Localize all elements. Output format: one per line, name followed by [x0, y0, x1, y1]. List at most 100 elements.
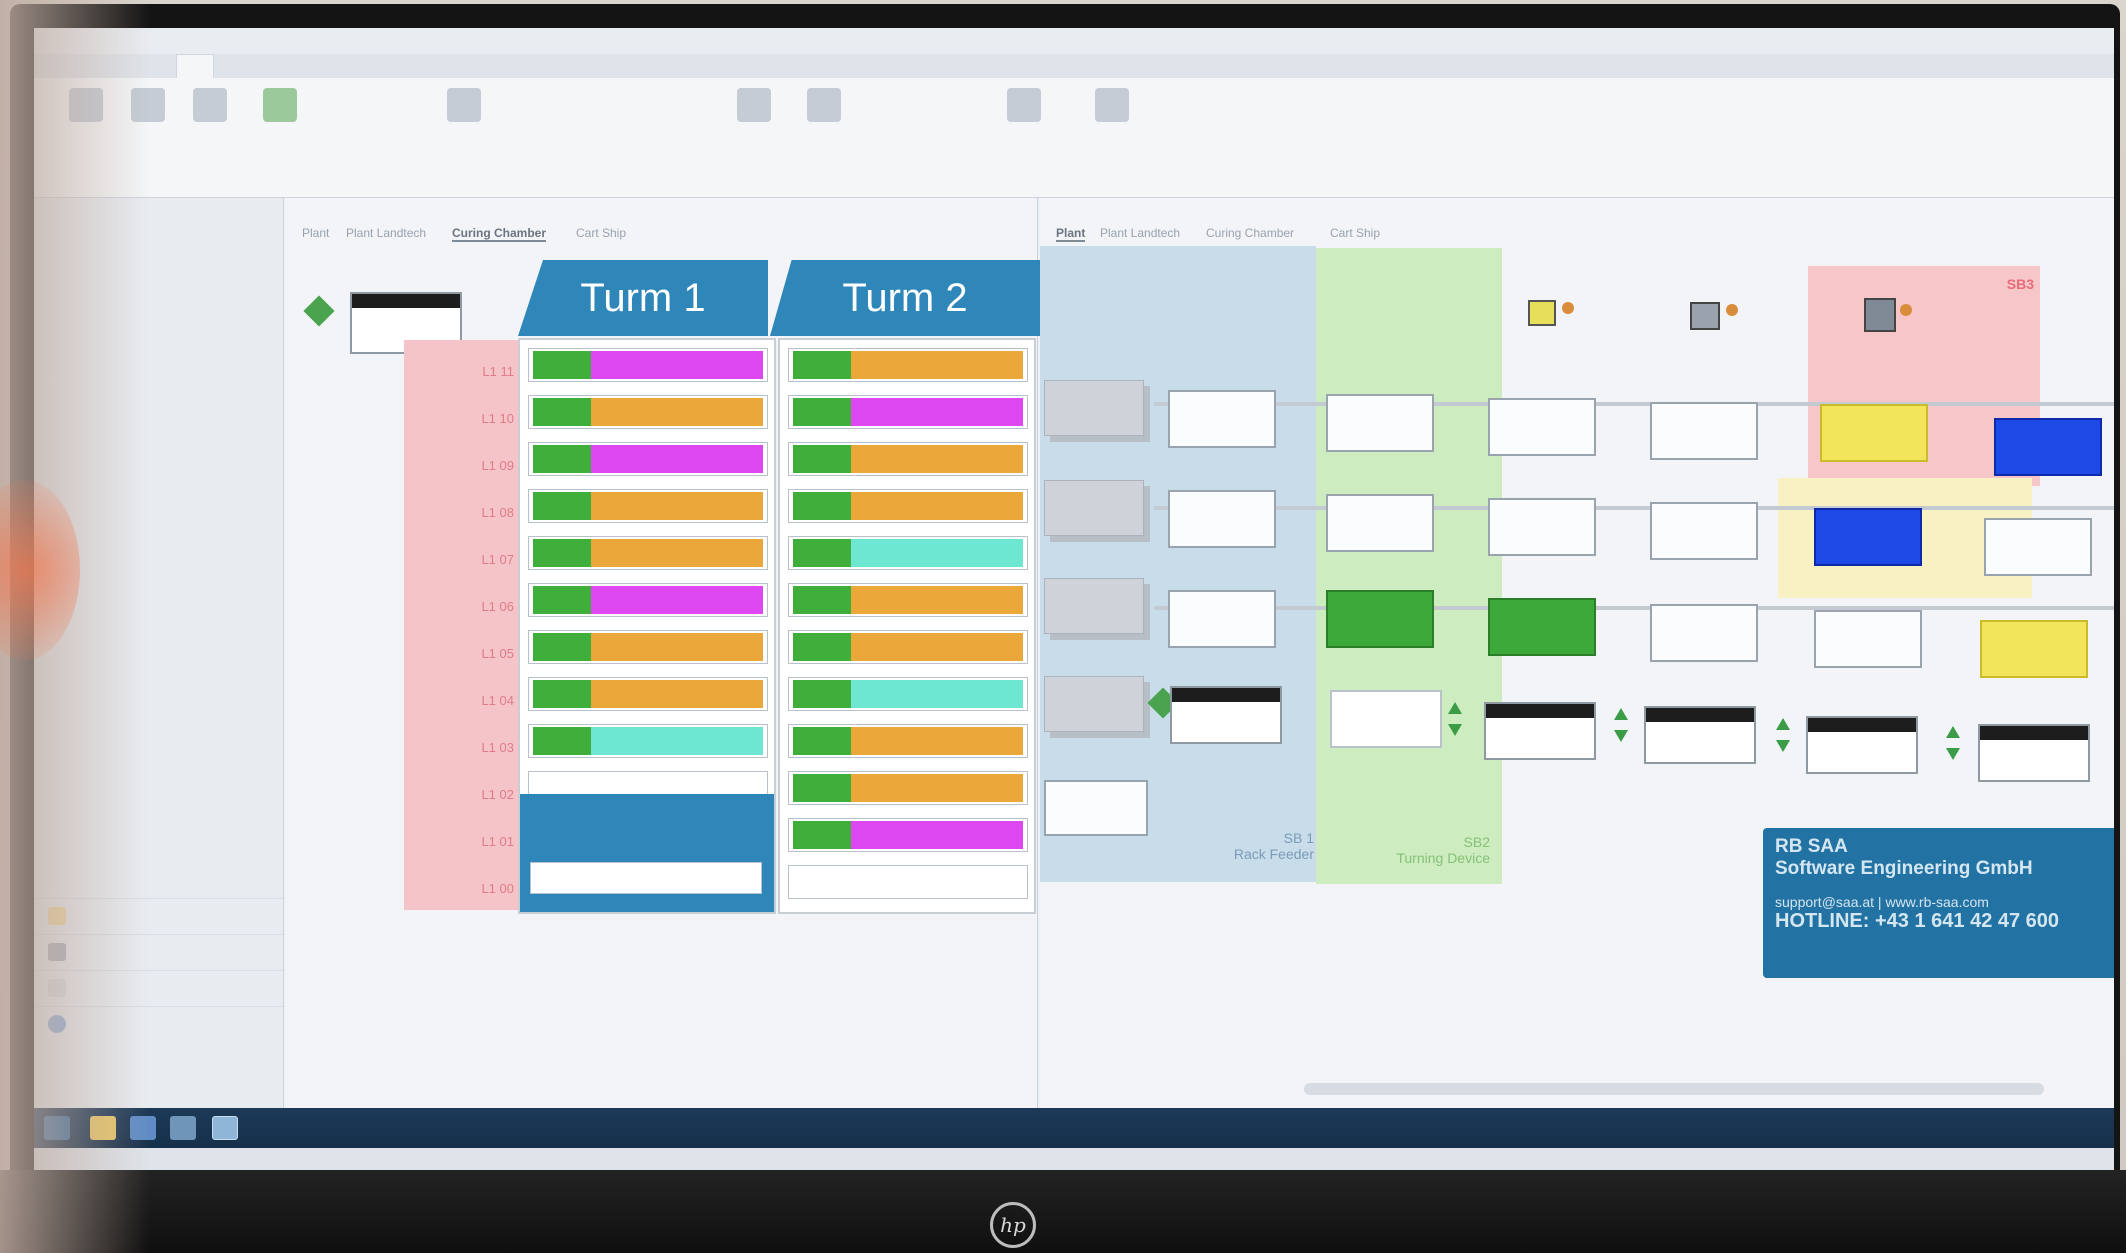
ribbon-button[interactable] — [724, 88, 784, 126]
station[interactable] — [1488, 398, 1596, 456]
subtab-curing-chamber[interactable]: Curing Chamber — [1206, 226, 1294, 240]
storage-slot[interactable] — [788, 724, 1028, 758]
level-column: L1 11 L1 10 L1 09 L1 08 L1 07 L1 06 L1 05 L1 04… — [404, 340, 524, 910]
gate[interactable] — [1978, 724, 2090, 782]
ribbon-button[interactable] — [794, 88, 854, 126]
slot-content — [591, 586, 763, 614]
active-app-icon[interactable] — [212, 1116, 238, 1140]
arrow-up-icon[interactable] — [1614, 708, 1628, 720]
subtab-plant[interactable]: Plant — [1056, 226, 1086, 242]
storage-slot[interactable] — [788, 630, 1028, 664]
station[interactable] — [1326, 494, 1434, 552]
station[interactable] — [1488, 498, 1596, 556]
storage-slot[interactable] — [528, 677, 768, 711]
storage-slot[interactable] — [788, 348, 1028, 382]
slot-progress — [793, 539, 851, 567]
horizontal-scrollbar[interactable] — [1304, 1083, 2044, 1095]
storage-slot[interactable] — [528, 536, 768, 570]
station[interactable] — [1650, 502, 1758, 560]
rack[interactable] — [1044, 480, 1144, 536]
storage-slot[interactable] — [788, 536, 1028, 570]
storage-slot[interactable] — [528, 630, 768, 664]
subtab-cart-ship[interactable]: Cart Ship — [576, 226, 626, 240]
ribbon-tab[interactable] — [214, 54, 250, 78]
ribbon-icon — [1007, 88, 1041, 122]
subtab-curing-chamber[interactable]: Curing Chamber — [452, 226, 547, 242]
gate[interactable] — [1484, 702, 1596, 760]
arrow-down-icon[interactable] — [1946, 748, 1960, 760]
ribbon-tab-active[interactable] — [176, 54, 214, 78]
slot-progress — [793, 492, 851, 520]
ribbon-tab[interactable] — [250, 54, 286, 78]
slot-content — [851, 351, 1023, 379]
storage-slot[interactable] — [528, 724, 768, 758]
subtab-plant-landtech[interactable]: Plant Landtech — [346, 226, 426, 240]
monitor-bezel-bottom — [0, 1170, 2126, 1253]
station[interactable] — [1168, 490, 1276, 548]
slot-content — [851, 398, 1023, 426]
station[interactable] — [1168, 590, 1276, 648]
arrow-down-icon[interactable] — [1614, 730, 1628, 742]
storage-slot[interactable] — [528, 489, 768, 523]
arrow-down-icon[interactable] — [1448, 724, 1462, 736]
gate[interactable] — [1644, 706, 1756, 764]
subtab-cart-ship[interactable]: Cart Ship — [1330, 226, 1380, 240]
arrow-down-icon[interactable] — [1776, 740, 1790, 752]
station-occupied[interactable] — [1326, 590, 1434, 648]
storage-slot[interactable] — [788, 818, 1028, 852]
rack[interactable] — [1044, 578, 1144, 634]
screen: Plant Plant Landtech Curing Chamber Cart… — [34, 28, 2114, 1178]
storage-slot[interactable] — [788, 442, 1028, 476]
station[interactable] — [1984, 518, 2092, 576]
subtab-plant[interactable]: Plant — [302, 226, 329, 240]
ribbon-button[interactable] — [994, 88, 1054, 126]
app-icon[interactable] — [170, 1116, 196, 1140]
station-blue[interactable] — [1814, 508, 1922, 566]
ribbon-button[interactable] — [434, 88, 494, 126]
ribbon-button[interactable] — [180, 88, 240, 126]
ribbon-button[interactable] — [1082, 88, 1142, 126]
storage-slot[interactable] — [788, 489, 1028, 523]
station[interactable] — [1650, 402, 1758, 460]
gate[interactable] — [1330, 690, 1442, 748]
move-diamond-icon[interactable] — [303, 295, 335, 327]
arrow-up-icon[interactable] — [1776, 718, 1790, 730]
station[interactable] — [1168, 390, 1276, 448]
storage-slot[interactable] — [788, 583, 1028, 617]
turm1-header: Turm 1 — [518, 260, 768, 336]
zoom-bar[interactable] — [734, 1078, 1034, 1098]
gate[interactable] — [1170, 686, 1282, 744]
station-yellow[interactable] — [1820, 404, 1928, 462]
side-station[interactable] — [1044, 780, 1148, 836]
turm2-grid — [778, 338, 1036, 914]
turm1-base-slot[interactable] — [530, 862, 762, 894]
level-label: L1 06 — [481, 599, 514, 614]
storage-slot[interactable] — [528, 583, 768, 617]
rack[interactable] — [1044, 676, 1144, 732]
storage-slot[interactable] — [788, 677, 1028, 711]
storage-slot[interactable] — [788, 771, 1028, 805]
gate[interactable] — [1806, 716, 1918, 774]
station-blue[interactable] — [1994, 418, 2102, 476]
station-occupied[interactable] — [1488, 598, 1596, 656]
arrow-up-icon[interactable] — [1448, 702, 1462, 714]
storage-slot[interactable] — [788, 865, 1028, 899]
rack[interactable] — [1044, 380, 1144, 436]
machine-icon[interactable] — [1528, 300, 1556, 326]
station[interactable] — [1326, 394, 1434, 452]
subtab-plant-landtech[interactable]: Plant Landtech — [1100, 226, 1180, 240]
machine-icon[interactable] — [1690, 302, 1720, 330]
storage-slot[interactable] — [528, 348, 768, 382]
ribbon-button[interactable] — [250, 88, 310, 126]
station[interactable] — [1814, 610, 1922, 668]
arrow-up-icon[interactable] — [1946, 726, 1960, 738]
storage-slot[interactable] — [788, 395, 1028, 429]
storage-slot[interactable] — [528, 395, 768, 429]
station-yellow[interactable] — [1980, 620, 2088, 678]
station[interactable] — [1650, 604, 1758, 662]
company-contact: support@saa.at | www.rb-saa.com — [1775, 894, 1989, 910]
slot-progress — [793, 821, 851, 849]
storage-slot[interactable] — [528, 442, 768, 476]
level-label: L1 01 — [481, 834, 514, 849]
machine-icon[interactable] — [1864, 298, 1896, 332]
